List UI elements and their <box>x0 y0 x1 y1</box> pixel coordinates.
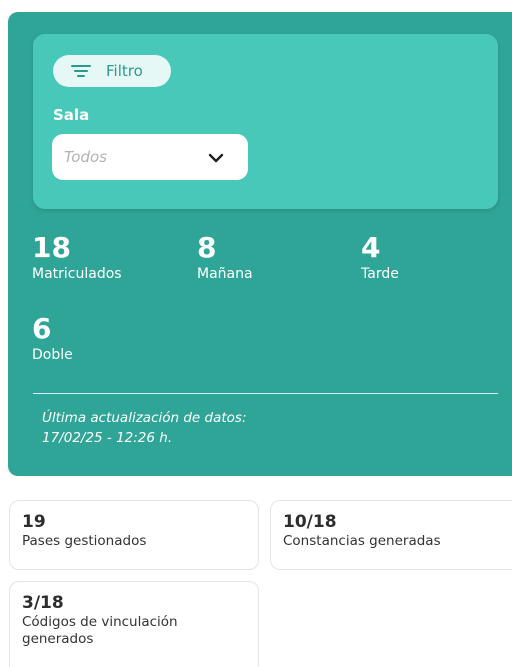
card-value: 3/18 <box>22 593 64 613</box>
card-label: Códigos de vinculación generados <box>22 614 178 647</box>
card-value: 19 <box>22 512 46 532</box>
sala-select[interactable]: Todos <box>52 134 248 180</box>
stat-value: 6 <box>32 312 52 345</box>
last-update-label: Última actualización de datos: <box>42 410 247 426</box>
stat-matriculados: 18 Matriculados <box>32 232 122 284</box>
stat-value: 8 <box>197 231 217 264</box>
filter-button[interactable]: Filtro <box>53 55 171 87</box>
filter-button-label: Filtro <box>106 62 143 80</box>
card-label: Pases gestionados <box>22 533 147 549</box>
stat-doble: 6 Doble <box>32 313 73 365</box>
stat-value: 18 <box>32 231 71 264</box>
card-constancias-generadas[interactable]: 10/18 Constancias generadas <box>270 500 512 570</box>
card-pases-gestionados[interactable]: 19 Pases gestionados <box>9 500 259 570</box>
chevron-down-icon <box>208 148 224 167</box>
last-update-timestamp: 17/02/25 - 12:26 h. <box>42 430 173 446</box>
stat-label: Tarde <box>361 266 399 282</box>
card-label: Constancias generadas <box>283 533 441 549</box>
summary-panel: Filtro Sala Todos 18 Matriculados 8 Maña… <box>8 12 512 476</box>
stat-label: Doble <box>32 347 73 363</box>
stat-label: Matriculados <box>32 266 122 282</box>
card-value: 10/18 <box>283 512 337 532</box>
sala-label: Sala <box>53 106 90 124</box>
card-codigos-vinculacion[interactable]: 3/18 Códigos de vinculación generados <box>9 581 259 667</box>
stat-value: 4 <box>361 231 381 264</box>
last-update: Última actualización de datos: 17/02/25 … <box>42 408 247 448</box>
filter-lines-icon <box>71 64 91 78</box>
sala-select-placeholder: Todos <box>64 148 108 166</box>
filter-card: Filtro Sala Todos <box>33 34 498 209</box>
stat-tarde: 4 Tarde <box>361 232 399 284</box>
divider <box>33 393 498 394</box>
stat-label: Mañana <box>197 266 253 282</box>
stat-manana: 8 Mañana <box>197 232 253 284</box>
